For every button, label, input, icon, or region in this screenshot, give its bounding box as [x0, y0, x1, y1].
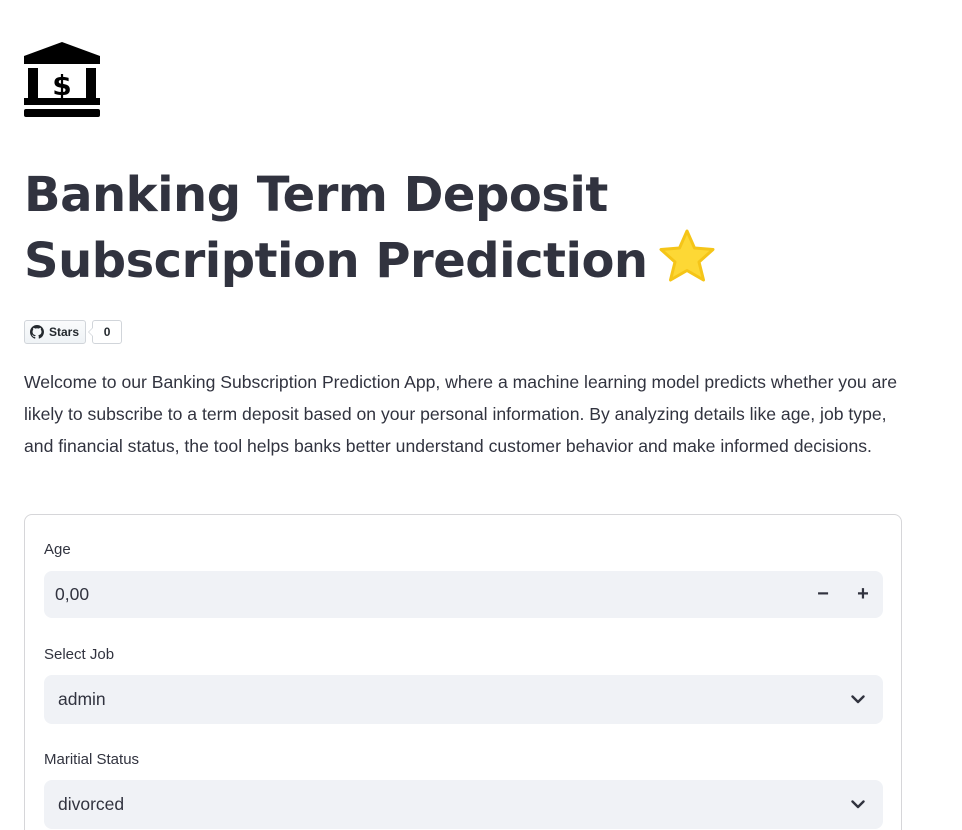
intro-text: Welcome to our Banking Subscription Pred… — [24, 372, 897, 456]
github-stars-button[interactable]: Stars — [24, 320, 87, 344]
github-icon — [30, 325, 44, 339]
page-title: Banking Term Deposit Subscription Predic… — [24, 162, 924, 294]
github-stars-count[interactable]: 0 — [88, 320, 123, 344]
marital-status-select[interactable]: divorced — [44, 780, 883, 829]
chevron-down-icon — [833, 800, 883, 809]
github-stars-badge: Stars 0 — [24, 320, 123, 344]
bank-icon: $ — [24, 42, 100, 118]
age-decrement-button[interactable]: − — [803, 571, 843, 618]
page-title-text: Banking Term Deposit Subscription Predic… — [24, 167, 648, 289]
svg-text:$: $ — [52, 69, 71, 102]
age-label: Age — [44, 541, 71, 558]
marital-status-label: Maritial Status — [44, 751, 140, 768]
plus-icon: + — [857, 583, 869, 605]
github-stars-count-value: 0 — [103, 325, 111, 339]
job-select[interactable]: admin — [44, 675, 883, 724]
prediction-form: Age − + Select Job admin Maritial Status… — [24, 514, 902, 830]
chevron-down-icon — [833, 695, 883, 704]
age-number-input: − + — [44, 571, 883, 618]
github-stars-label: Stars — [49, 325, 80, 339]
app-page: $ Banking Term Deposit Subscription Pred… — [0, 0, 962, 830]
age-input[interactable] — [55, 584, 803, 605]
minus-icon: − — [817, 583, 829, 605]
job-select-value: admin — [58, 689, 106, 709]
marital-status-select-value: divorced — [58, 794, 125, 814]
star-icon — [658, 229, 716, 283]
job-label: Select Job — [44, 646, 115, 663]
age-increment-button[interactable]: + — [843, 571, 883, 618]
